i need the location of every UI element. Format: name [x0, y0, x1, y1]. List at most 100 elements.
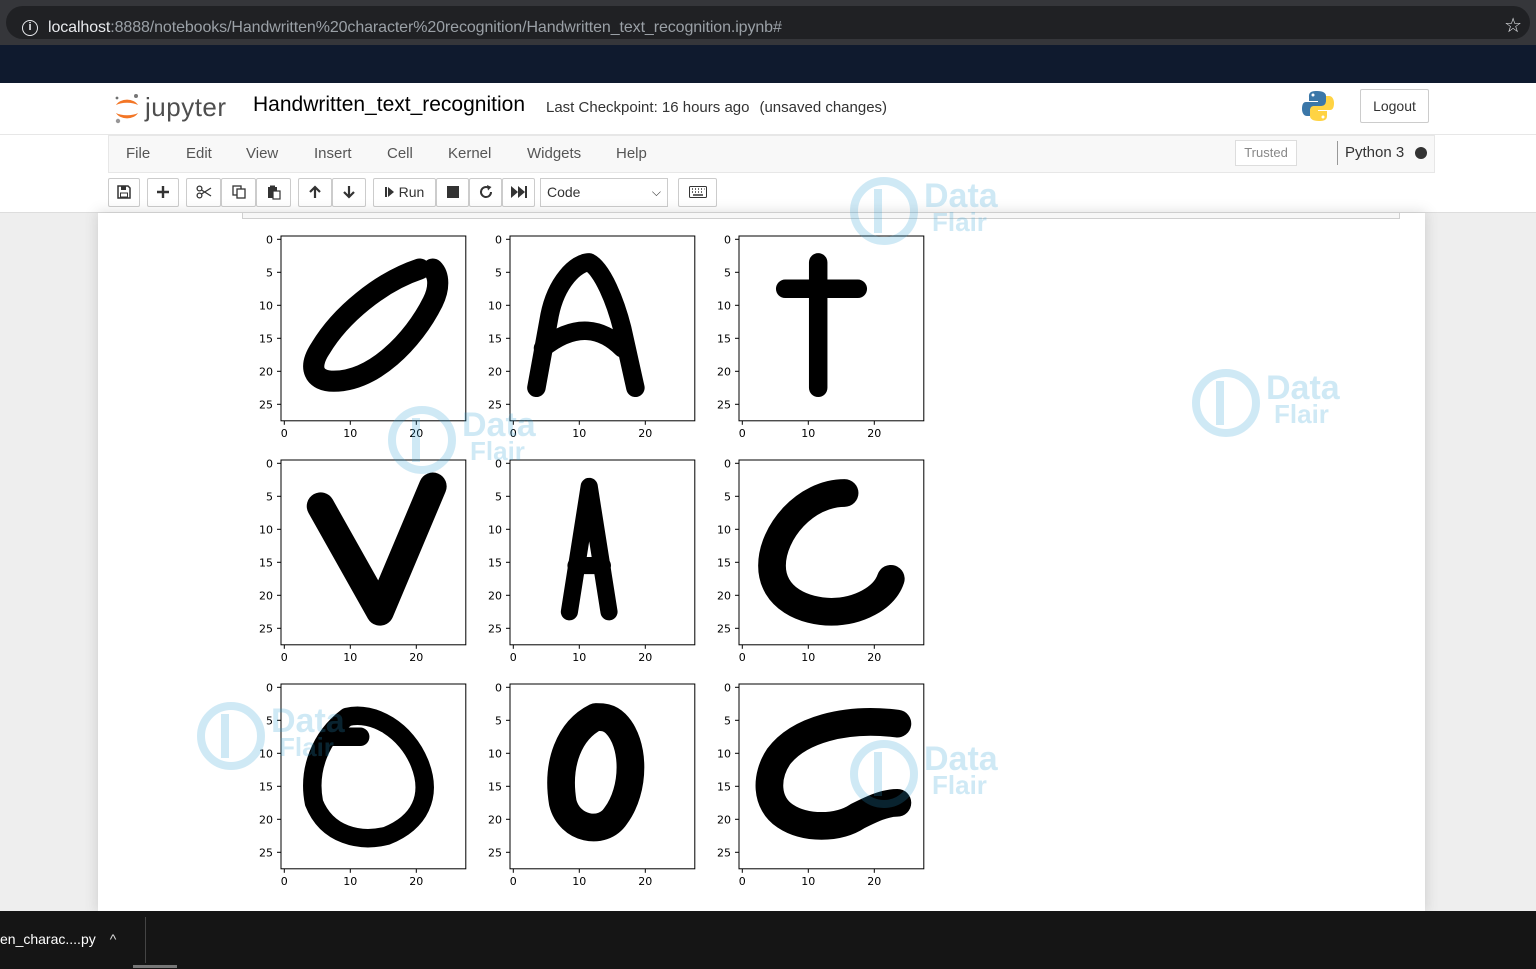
y-tick-label: 5 — [724, 490, 731, 503]
menu-view[interactable]: View — [246, 145, 278, 162]
y-tick-label: 15 — [259, 780, 273, 793]
dataflair-logo-icon — [1192, 369, 1260, 437]
subplot-panel: 051015202501020 — [488, 681, 696, 888]
chevron-up-icon[interactable]: ^ — [110, 931, 117, 947]
arrow-up-icon — [309, 185, 321, 198]
y-tick-label: 0 — [266, 233, 273, 246]
watermark-subtext: Flair — [932, 207, 987, 237]
menu-widgets[interactable]: Widgets — [527, 145, 581, 162]
y-tick-label: 0 — [495, 681, 502, 694]
x-tick-label: 10 — [572, 427, 586, 440]
copy-icon — [231, 185, 246, 199]
cell-type-select[interactable]: Code ⌵ — [540, 178, 668, 207]
taskbar-separator — [145, 917, 146, 963]
restart-icon — [479, 185, 492, 198]
jupyter-header: jupyter Handwritten_text_recognition Las… — [0, 83, 1536, 135]
menu-file[interactable]: File — [126, 145, 150, 162]
checkpoint-text: Last Checkpoint: 16 hours ago — [546, 99, 750, 116]
subplot-panel: 051015202501020 — [488, 457, 696, 664]
watermark-subtext: Flair — [279, 732, 334, 762]
image-background — [739, 236, 924, 421]
x-tick-label: 10 — [801, 651, 815, 664]
paste-button[interactable] — [256, 178, 291, 207]
y-tick-label: 25 — [717, 398, 731, 411]
menu-insert[interactable]: Insert — [314, 145, 352, 162]
watermark-logo: Data Flair — [195, 700, 345, 777]
move-down-button[interactable] — [332, 178, 366, 207]
x-tick-label: 10 — [572, 875, 586, 888]
y-tick-label: 15 — [717, 332, 731, 345]
watermark-logo: Data Flair — [386, 404, 536, 481]
y-tick-label: 10 — [488, 299, 502, 312]
bookmark-star-icon[interactable]: ☆ — [1504, 16, 1522, 36]
menu-kernel[interactable]: Kernel — [448, 145, 491, 162]
output-figure: 0 5 10 15 20 25 0 10 20 0 5 10 15 20 25 0 10 20 0 5 10 15 20 25… — [259, 233, 925, 888]
browser-address-bar: i localhost:8888/notebooks/Handwritten%2… — [0, 0, 1536, 45]
menu-edit[interactable]: Edit — [186, 145, 212, 162]
x-tick-label: 0 — [739, 651, 746, 664]
run-button[interactable]: Run — [373, 178, 436, 207]
save-button[interactable] — [108, 178, 140, 207]
input-cell-edge — [242, 213, 1400, 219]
cell-type-value: Code — [547, 184, 581, 200]
restart-run-all-button[interactable] — [502, 178, 535, 207]
subplot-panel: 051015202501020 — [717, 233, 925, 440]
subplot-panel: 051015202501020 — [717, 457, 925, 664]
y-tick-label: 5 — [495, 714, 502, 727]
kernel-status-icon — [1415, 147, 1427, 159]
kernel-name[interactable]: Python 3 — [1345, 144, 1404, 161]
y-tick-label: 20 — [717, 365, 731, 378]
kernel-separator — [1337, 141, 1338, 165]
paste-icon — [267, 185, 281, 200]
menu-cell[interactable]: Cell — [387, 145, 413, 162]
watermark-subtext: Flair — [1274, 399, 1329, 429]
interrupt-button[interactable] — [436, 178, 469, 207]
x-tick-label: 20 — [638, 875, 652, 888]
logout-button[interactable]: Logout — [1360, 89, 1429, 123]
y-tick-label: 5 — [724, 714, 731, 727]
x-tick-label: 20 — [867, 651, 881, 664]
y-tick-label: 10 — [488, 523, 502, 536]
y-tick-label: 10 — [488, 747, 502, 760]
cut-button[interactable] — [186, 178, 221, 207]
notebook-name[interactable]: Handwritten_text_recognition — [253, 93, 525, 117]
dataflair-logo-icon — [850, 177, 918, 245]
watermark-subtext: Flair — [470, 436, 525, 466]
y-tick-label: 0 — [724, 681, 731, 694]
copy-button[interactable] — [221, 178, 256, 207]
watermark-subtext: Flair — [932, 770, 987, 800]
trusted-indicator[interactable]: Trusted — [1235, 140, 1297, 166]
arrow-down-icon — [343, 186, 355, 199]
y-tick-label: 15 — [488, 780, 502, 793]
y-tick-label: 15 — [488, 332, 502, 345]
y-tick-label: 15 — [488, 556, 502, 569]
move-up-button[interactable] — [298, 178, 332, 207]
restart-button[interactable] — [469, 178, 502, 207]
stop-icon — [446, 186, 459, 198]
y-tick-label: 0 — [495, 233, 502, 246]
y-tick-label: 10 — [717, 299, 731, 312]
menu-help[interactable]: Help — [616, 145, 647, 162]
keyboard-icon — [688, 186, 707, 198]
url-pill[interactable]: i localhost:8888/notebooks/Handwritten%2… — [6, 6, 1530, 39]
x-tick-label: 0 — [281, 651, 288, 664]
insert-cell-button[interactable] — [147, 178, 179, 207]
command-palette-button[interactable] — [678, 178, 717, 207]
y-tick-label: 15 — [717, 780, 731, 793]
jupyter-logo-text: jupyter — [145, 92, 227, 122]
y-tick-label: 20 — [488, 589, 502, 602]
dataflair-logo-icon — [850, 740, 918, 808]
download-filename: en_charac....py — [0, 931, 96, 947]
checkpoint-status: Last Checkpoint: 16 hours ago (unsaved ch… — [546, 99, 887, 116]
y-tick-label: 5 — [266, 490, 273, 503]
info-icon[interactable]: i — [22, 20, 38, 36]
download-item[interactable]: en_charac....py ^ — [0, 931, 116, 947]
watermark-logo: Data Flair — [1190, 367, 1340, 444]
y-tick-label: 15 — [259, 332, 273, 345]
y-tick-label: 0 — [724, 233, 731, 246]
y-tick-label: 25 — [259, 398, 273, 411]
y-tick-label: 25 — [488, 622, 502, 635]
url-text[interactable]: localhost:8888/notebooks/Handwritten%20c… — [48, 19, 782, 37]
y-tick-label: 20 — [717, 589, 731, 602]
y-tick-label: 5 — [724, 266, 731, 279]
